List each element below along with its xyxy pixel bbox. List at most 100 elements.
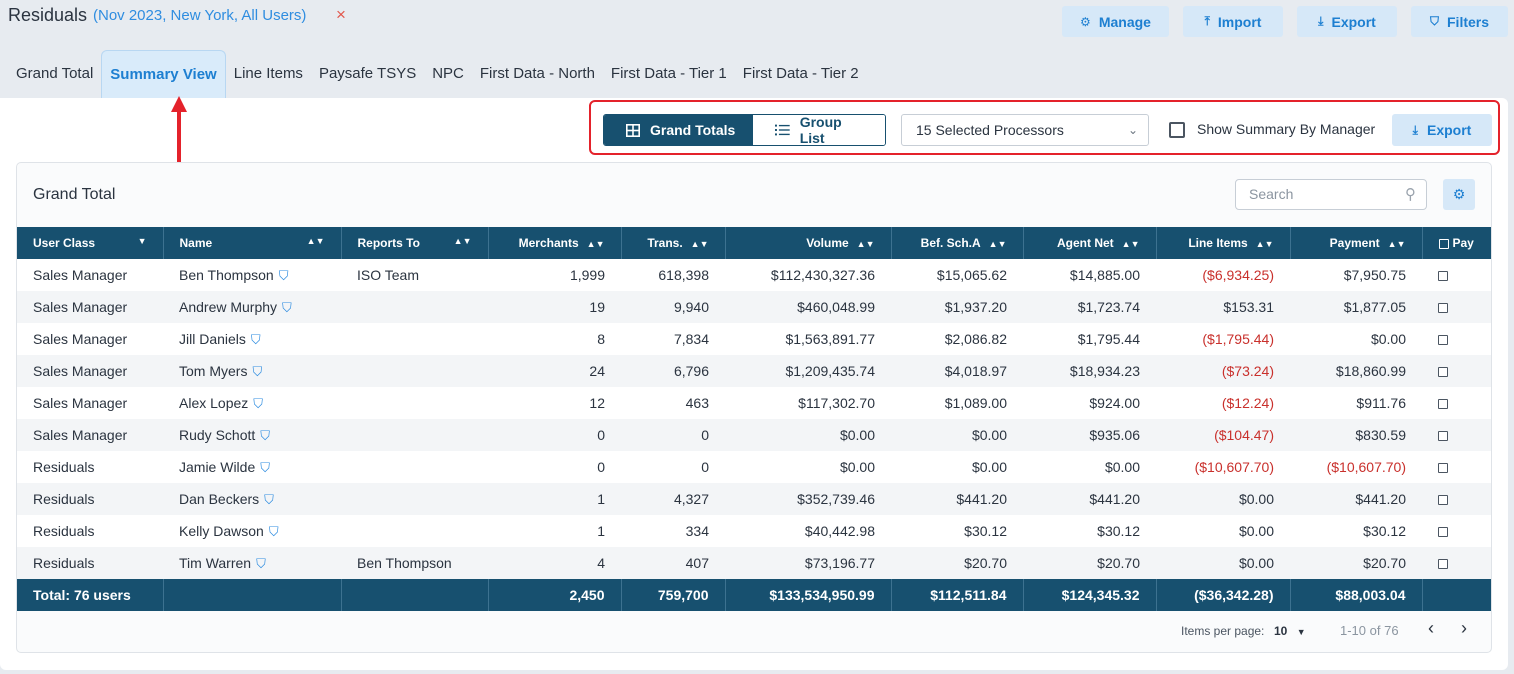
download-icon: ⤓ (1412, 122, 1418, 137)
filter-icon[interactable]: ⛉ (253, 396, 263, 411)
cell-volume: $73,196.77 (725, 547, 891, 579)
cell-name: Tim Warren ⛉ (163, 547, 341, 579)
search-placeholder: Search (1249, 186, 1294, 202)
cell-pay (1422, 515, 1491, 547)
cell-user-class: Residuals (17, 515, 163, 547)
tab-bar: Grand Total Summary View Line Items Pays… (8, 50, 867, 98)
prev-page-button[interactable]: ‹ (1421, 618, 1441, 639)
select-all-checkbox[interactable] (1438, 238, 1449, 249)
table-settings-button[interactable]: ⚙ (1443, 179, 1475, 210)
pay-checkbox[interactable] (1438, 495, 1448, 506)
filter-icon[interactable]: ⛉ (251, 332, 261, 347)
cell-agent-net: $18,934.23 (1023, 355, 1156, 387)
tab-grand-total[interactable]: Grand Total (8, 50, 101, 98)
cell-agent-net: $1,723.74 (1023, 291, 1156, 323)
col-reports-to[interactable]: Reports To ▲▼ (341, 227, 489, 259)
processors-select-value: 15 Selected Processors (916, 122, 1064, 138)
show-summary-checkbox[interactable] (1169, 122, 1185, 138)
items-per-page-select[interactable]: 10 ▼ (1274, 624, 1306, 638)
filter-icon[interactable]: ⛉ (256, 556, 266, 571)
card-title: Grand Total (33, 186, 116, 203)
cell-agent-net: $20.70 (1023, 547, 1156, 579)
table-row: Sales Manager Andrew Murphy ⛉ 19 9,940 $460,0… (17, 291, 1491, 323)
tab-summary-view[interactable]: Summary View (101, 50, 226, 98)
cell-trans: 0 (621, 419, 725, 451)
cell-agent-net: $935.06 (1023, 419, 1156, 451)
tab-paysafe-tsys[interactable]: Paysafe TSYS (311, 50, 424, 98)
cell-reports-to (341, 387, 488, 419)
cell-trans: 463 (621, 387, 725, 419)
cell-reports-to: Ben Thompson (341, 547, 488, 579)
pay-checkbox[interactable] (1438, 303, 1448, 314)
filter-icon[interactable]: ⛉ (252, 364, 262, 379)
filter-icon[interactable]: ⛉ (264, 492, 274, 507)
cell-pay (1422, 419, 1491, 451)
tab-first-data-tier-2[interactable]: First Data - Tier 2 (735, 50, 867, 98)
filter-icon[interactable]: ⛉ (279, 268, 289, 283)
list-icon (775, 124, 790, 136)
cell-volume: $0.00 (725, 451, 891, 483)
col-user-class[interactable]: User Class ▼ (17, 227, 164, 259)
filter-icon[interactable]: ⛉ (260, 460, 270, 475)
cell-agent-net: $1,795.44 (1023, 323, 1156, 355)
cell-trans: 7,834 (621, 323, 725, 355)
grand-totals-toggle[interactable]: Grand Totals (604, 115, 753, 145)
manage-button[interactable]: ⚙ Manage (1062, 6, 1169, 37)
pay-checkbox[interactable] (1438, 431, 1448, 442)
col-agent-net[interactable]: Agent Net ▲▼ (1023, 227, 1157, 259)
pay-checkbox[interactable] (1438, 559, 1448, 570)
pay-checkbox[interactable] (1438, 463, 1448, 474)
filter-icon[interactable]: ⛉ (282, 300, 292, 315)
cell-user-class: Sales Manager (17, 323, 163, 355)
cell-payment: $1,877.05 (1290, 291, 1422, 323)
group-list-toggle[interactable]: Group List (753, 115, 885, 145)
table-row: Sales Manager Rudy Schott ⛉ 0 0 $0.00 $0.00 $93… (17, 419, 1491, 451)
close-icon[interactable]: × (336, 5, 346, 25)
col-trans[interactable]: Trans. ▲▼ (621, 227, 726, 259)
col-name[interactable]: Name ▲▼ (163, 227, 342, 259)
import-button[interactable]: ⤒ Import (1183, 6, 1283, 37)
cell-reports-to (341, 515, 488, 547)
pay-checkbox[interactable] (1438, 399, 1448, 410)
col-line-items[interactable]: Line Items ▲▼ (1156, 227, 1291, 259)
tab-line-items[interactable]: Line Items (226, 50, 311, 98)
col-pay[interactable]: Pay (1422, 227, 1491, 259)
pay-checkbox[interactable] (1438, 527, 1448, 538)
cell-name: Alex Lopez ⛉ (163, 387, 341, 419)
filter-icon[interactable]: ⛉ (269, 524, 279, 539)
cell-trans: 334 (621, 515, 725, 547)
col-bef-sch-a[interactable]: Bef. Sch.A ▲▼ (891, 227, 1024, 259)
cell-volume: $40,442.98 (725, 515, 891, 547)
tab-first-data-north[interactable]: First Data - North (472, 50, 603, 98)
cell-bef-sch-a: $30.12 (891, 515, 1023, 547)
tab-npc[interactable]: NPC (424, 50, 472, 98)
totals-line-items: ($36,342.28) (1156, 579, 1291, 611)
pay-checkbox[interactable] (1438, 271, 1448, 282)
next-page-button[interactable]: › (1454, 618, 1474, 639)
table-row: Residuals Dan Beckers ⛉ 1 4,327 $352,739.46 $4… (17, 483, 1491, 515)
tab-first-data-tier-1[interactable]: First Data - Tier 1 (603, 50, 735, 98)
pay-checkbox[interactable] (1438, 367, 1448, 378)
cell-pay (1422, 387, 1491, 419)
search-input[interactable]: Search ⚲ (1235, 179, 1427, 210)
cell-reports-to (341, 355, 488, 387)
cell-name: Andrew Murphy ⛉ (163, 291, 341, 323)
cell-user-class: Sales Manager (17, 419, 163, 451)
filters-button[interactable]: ⛉ Filters (1411, 6, 1508, 37)
export-button[interactable]: ⤓ Export (1392, 114, 1492, 146)
cell-merchants: 0 (488, 451, 621, 483)
table-row: Sales Manager Alex Lopez ⛉ 12 463 $117,302.70… (17, 387, 1491, 419)
cell-payment: $30.12 (1290, 515, 1422, 547)
pay-checkbox[interactable] (1438, 335, 1448, 346)
cell-payment: $911.76 (1290, 387, 1422, 419)
col-payment[interactable]: Payment ▲▼ (1290, 227, 1423, 259)
cell-pay (1422, 259, 1491, 291)
filter-icon[interactable]: ⛉ (260, 428, 270, 443)
export-button-top[interactable]: ⤓ Export (1297, 6, 1397, 37)
processors-select[interactable]: 15 Selected Processors ⌄ (901, 114, 1149, 146)
col-volume[interactable]: Volume ▲▼ (725, 227, 892, 259)
gear-icon: ⚙ (1080, 14, 1091, 29)
col-merchants[interactable]: Merchants ▲▼ (488, 227, 622, 259)
cell-bef-sch-a: $0.00 (891, 419, 1023, 451)
table-row: Sales Manager Ben Thompson ⛉ ISO Team 1,999 6… (17, 259, 1491, 291)
